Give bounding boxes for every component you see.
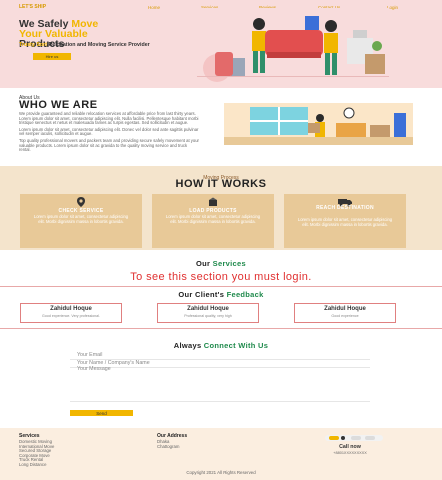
feedback-divider bbox=[0, 328, 442, 329]
about-paragraph: Top quality professional movers and pack… bbox=[19, 137, 199, 153]
instagram-icon[interactable] bbox=[351, 436, 361, 440]
hero-subtitle: Trusty Sort Relocation and Moving Servic… bbox=[19, 42, 150, 48]
process-card-load-products: LOAD PRODUCTS Lorem ipsum dolor sit amet… bbox=[152, 194, 274, 248]
services-title: Our Services bbox=[196, 259, 246, 268]
process-card-reach-destination: REACH DESTINATION Lorem ipsum dolor sit … bbox=[284, 194, 406, 248]
map-pin-icon bbox=[77, 197, 85, 207]
how-title: HOW IT WORKS bbox=[175, 178, 267, 190]
card-text: Lorem ipsum dolor sit amet, consectetur … bbox=[165, 214, 261, 224]
send-button[interactable]: Send bbox=[70, 410, 133, 416]
reviewer-name: Zahidul Hoque bbox=[324, 306, 366, 312]
hire-us-button[interactable]: Hire us bbox=[33, 53, 71, 60]
facebook-icon[interactable] bbox=[329, 436, 339, 440]
card-text: Lorem ipsum dolor sit amet, consectetur … bbox=[33, 214, 129, 224]
contact-title: Always Connect With Us bbox=[173, 341, 269, 350]
linkedin-icon[interactable] bbox=[365, 436, 375, 440]
box-icon bbox=[209, 197, 217, 206]
about-title: WHO WE ARE bbox=[19, 99, 98, 111]
process-card-check-service: CHECK SERVICE Lorem ipsum dolor sit amet… bbox=[20, 194, 142, 248]
call-now-label: Call now bbox=[339, 444, 361, 450]
reviewer-name: Zahidul Hoque bbox=[50, 306, 92, 312]
about-paragraph: Lorem ipsum dolor sit amet, consectetur … bbox=[19, 126, 199, 137]
feedback-card: Zahidul Hoque Professional quality, very… bbox=[157, 303, 259, 323]
footer-services-list: Domestic Moving International Move Secur… bbox=[19, 439, 54, 468]
room-illustration bbox=[224, 103, 413, 145]
feedback-card: Zahidul Hoque Good experience. Very prof… bbox=[20, 303, 122, 323]
review-text: Good experience bbox=[331, 314, 359, 318]
twitter-icon[interactable] bbox=[341, 436, 345, 440]
phone-number[interactable]: +8801XXXXXXXXX bbox=[330, 451, 370, 455]
footer-link[interactable]: Long Distance bbox=[19, 462, 54, 468]
nav-link-home[interactable]: Home bbox=[148, 5, 160, 10]
card-text: Lorem ipsum dolor sit amet, consectetur … bbox=[297, 217, 393, 227]
login-required-message: To see this section you must login. bbox=[130, 271, 312, 283]
reviewer-name: Zahidul Hoque bbox=[187, 306, 229, 312]
site-logo[interactable]: LET'S SHIP bbox=[19, 4, 46, 10]
copyright: Copyright 2021 All Rights Reserved bbox=[186, 470, 256, 475]
review-text: Professional quality, very high bbox=[184, 314, 232, 318]
footer-address-list: Dhaka Chattogram bbox=[157, 439, 180, 449]
about-paragraph: We provide guaranteed and reliable reloc… bbox=[19, 111, 199, 126]
feedback-title: Our Client's Feedback bbox=[178, 290, 264, 299]
feedback-card: Zahidul Hoque Good experience bbox=[294, 303, 396, 323]
about-text: We provide guaranteed and reliable reloc… bbox=[19, 111, 199, 153]
review-text: Good experience. Very professional. bbox=[42, 314, 100, 318]
social-links-bar bbox=[325, 435, 383, 441]
card-title: REACH DESTINATION bbox=[316, 205, 374, 211]
address-item: Chattogram bbox=[157, 443, 180, 449]
movers-illustration bbox=[197, 8, 389, 86]
feedback-divider bbox=[0, 286, 442, 287]
message-field[interactable] bbox=[70, 366, 370, 402]
